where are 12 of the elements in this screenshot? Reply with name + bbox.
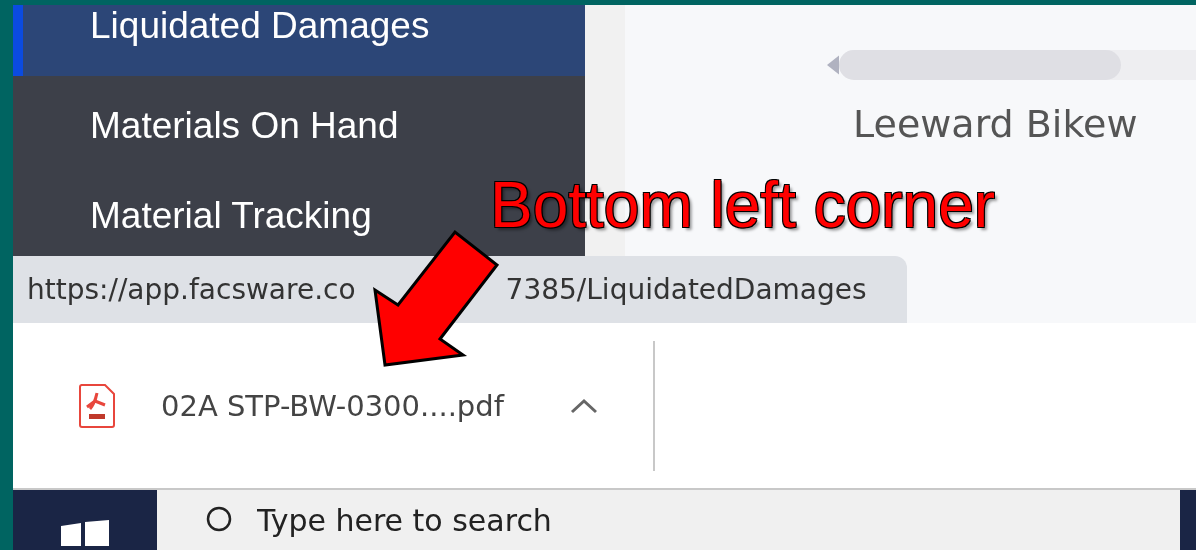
taskbar-tray bbox=[1180, 490, 1196, 550]
project-label: Leeward Bikew bbox=[853, 102, 1139, 146]
sidebar-item[interactable]: Materials On Hand bbox=[13, 76, 409, 176]
status-url-bubble: https://app.facsware.co 7385/LiquidatedDamages bbox=[13, 256, 907, 323]
windows-logo-icon[interactable] bbox=[61, 520, 109, 546]
download-file-name[interactable]: 02A STP-BW-0300....pdf bbox=[161, 388, 504, 423]
horizontal-scrollbar[interactable] bbox=[839, 50, 1196, 80]
caret-up-icon[interactable] bbox=[569, 397, 598, 414]
sidebar-item[interactable]: Material Tracking bbox=[13, 176, 382, 256]
taskbar-search-field[interactable]: Type here to search bbox=[157, 490, 1180, 550]
pdf-file-icon[interactable] bbox=[78, 382, 116, 429]
sidebar-item[interactable]: Liquidated Damages bbox=[13, 5, 585, 76]
